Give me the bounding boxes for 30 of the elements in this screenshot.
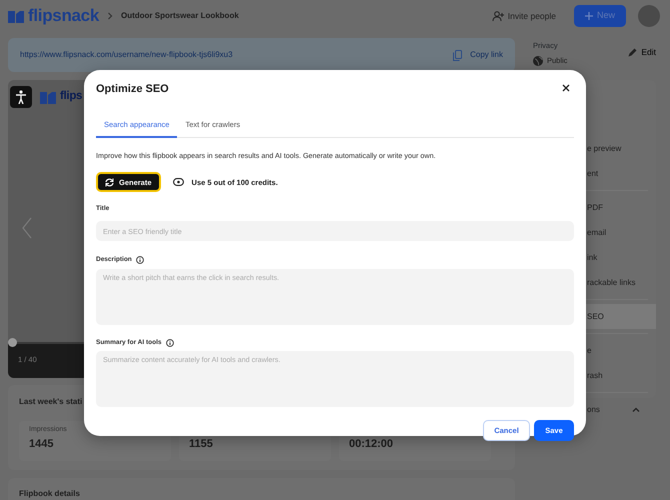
chevron-right-icon [107, 12, 113, 20]
metric-value: 1155 [189, 436, 214, 452]
metric-value: 00:12:00 [349, 436, 394, 452]
logo-icon [40, 90, 56, 104]
accessibility-button[interactable] [10, 86, 32, 108]
copy-icon [453, 50, 462, 60]
metric-value: 1445 [29, 436, 54, 452]
progress-thumb[interactable] [8, 338, 17, 347]
dialog-title: Optimize SEO [96, 83, 169, 96]
breadcrumb-title: Outdoor Sportswear Lookbook [121, 10, 239, 22]
chevron-left-icon [22, 217, 32, 239]
edit-button[interactable]: Edit [628, 46, 656, 59]
plus-icon [584, 12, 593, 20]
person-icon [15, 90, 27, 104]
logo-icon [8, 10, 24, 22]
refresh-icon [105, 178, 114, 187]
details-title: Flipbook details [19, 488, 81, 500]
pencil-icon [628, 48, 638, 57]
person-add-icon [492, 11, 504, 21]
logo[interactable]: flipsnack [28, 3, 99, 29]
stats-title: Last week's stati [19, 396, 84, 408]
globe-icon [533, 56, 543, 66]
url-text[interactable]: https://www.flipsnack.com/username/new-flipbook-tjs6li9xu3 [20, 49, 233, 61]
new-button[interactable]: New [574, 5, 626, 27]
copy-link-button[interactable]: Copy link [453, 49, 503, 61]
close-icon [562, 84, 570, 92]
sidebar-item[interactable]: ons [587, 404, 600, 416]
viewer-logo: flips [60, 89, 82, 104]
invite-people-button[interactable]: Invite people [492, 10, 556, 22]
coin-icon [172, 178, 184, 186]
